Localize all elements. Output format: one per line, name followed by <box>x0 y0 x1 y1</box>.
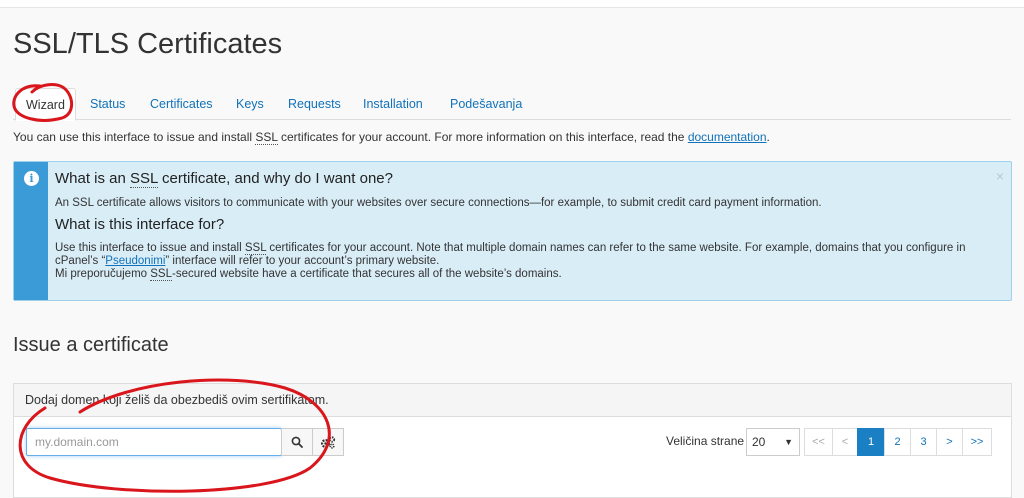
tab-installation[interactable]: Installation <box>363 88 423 120</box>
alert-text-part: ” interface will refer to your account’s… <box>165 255 440 267</box>
tab-podesavanja[interactable]: Podešavanja <box>450 88 522 120</box>
intro-text-part: . <box>766 130 770 144</box>
intro-text: You can use this interface to issue and … <box>13 130 770 145</box>
alert-question-1: What is an SSL certificate, and why do I… <box>55 170 393 188</box>
page-first-button[interactable]: << <box>804 428 833 456</box>
page-title: SSL/TLS Certificates <box>13 28 283 60</box>
page-last-button[interactable]: >> <box>962 428 992 456</box>
alert-answer-1: An SSL certificate allows visitors to co… <box>55 197 822 209</box>
tab-wizard[interactable]: Wizard <box>15 88 76 121</box>
alert-text-part: Mi preporučujemo <box>55 268 151 280</box>
alert-text-part: certificate, and why do I want one? <box>157 170 393 187</box>
alert-question-2: What is this interface for? <box>55 216 225 233</box>
ssl-abbr: SSL <box>255 130 278 145</box>
tab-requests[interactable]: Requests <box>288 88 341 120</box>
tab-bar: Wizard Status Certificates Keys Requests… <box>13 84 1011 121</box>
close-icon[interactable]: × <box>996 168 1004 184</box>
alert-answer-2: Use this interface to issue and install … <box>55 242 1005 281</box>
issue-certificate-title: Issue a certificate <box>13 334 169 356</box>
search-icon <box>291 436 303 448</box>
page-prev-button[interactable]: < <box>832 428 858 456</box>
page-size-select[interactable]: 20 ▼ <box>746 428 800 456</box>
page-2-button[interactable]: 2 <box>884 428 911 456</box>
tab-certificates[interactable]: Certificates <box>150 88 213 120</box>
ssl-abbr: SSL <box>244 242 267 255</box>
advanced-options-button[interactable] <box>312 428 344 456</box>
tab-keys[interactable]: Keys <box>236 88 264 120</box>
aliases-link[interactable]: Pseudonimi <box>105 255 165 267</box>
page-1-button[interactable]: 1 <box>857 428 885 456</box>
page-size-label: Veličina strane <box>666 434 745 448</box>
documentation-link[interactable]: documentation <box>688 130 767 144</box>
alert-sidebar: i <box>14 162 48 300</box>
info-alert: i × What is an SSL certificate, and why … <box>13 161 1012 301</box>
issue-panel: Dodaj domen koji želiš da obezbediš ovim… <box>13 383 1012 498</box>
tab-status[interactable]: Status <box>90 88 125 120</box>
search-button[interactable] <box>281 428 313 456</box>
top-bar <box>0 0 1024 8</box>
pagination: << < 1 2 3 > >> <box>804 428 992 456</box>
page-next-button[interactable]: > <box>936 428 963 456</box>
domain-search-input[interactable] <box>26 428 282 456</box>
alert-text-part: What is an <box>55 170 131 187</box>
ssl-abbr: SSL <box>150 268 172 281</box>
intro-text-part: You can use this interface to issue and … <box>13 130 256 144</box>
ssl-abbr: SSL <box>130 170 158 188</box>
panel-heading: Dodaj domen koji želiš da obezbediš ovim… <box>14 384 1011 417</box>
gears-icon <box>320 435 336 449</box>
chevron-down-icon: ▼ <box>784 437 793 447</box>
intro-text-part: certificates for your account. For more … <box>277 130 688 144</box>
alert-text-part: -secured website have a certificate that… <box>171 268 562 280</box>
info-icon: i <box>24 171 39 186</box>
page-size-value: 20 <box>752 435 766 449</box>
alert-text-part: Use this interface to issue and install <box>55 242 245 254</box>
page-3-button[interactable]: 3 <box>910 428 937 456</box>
